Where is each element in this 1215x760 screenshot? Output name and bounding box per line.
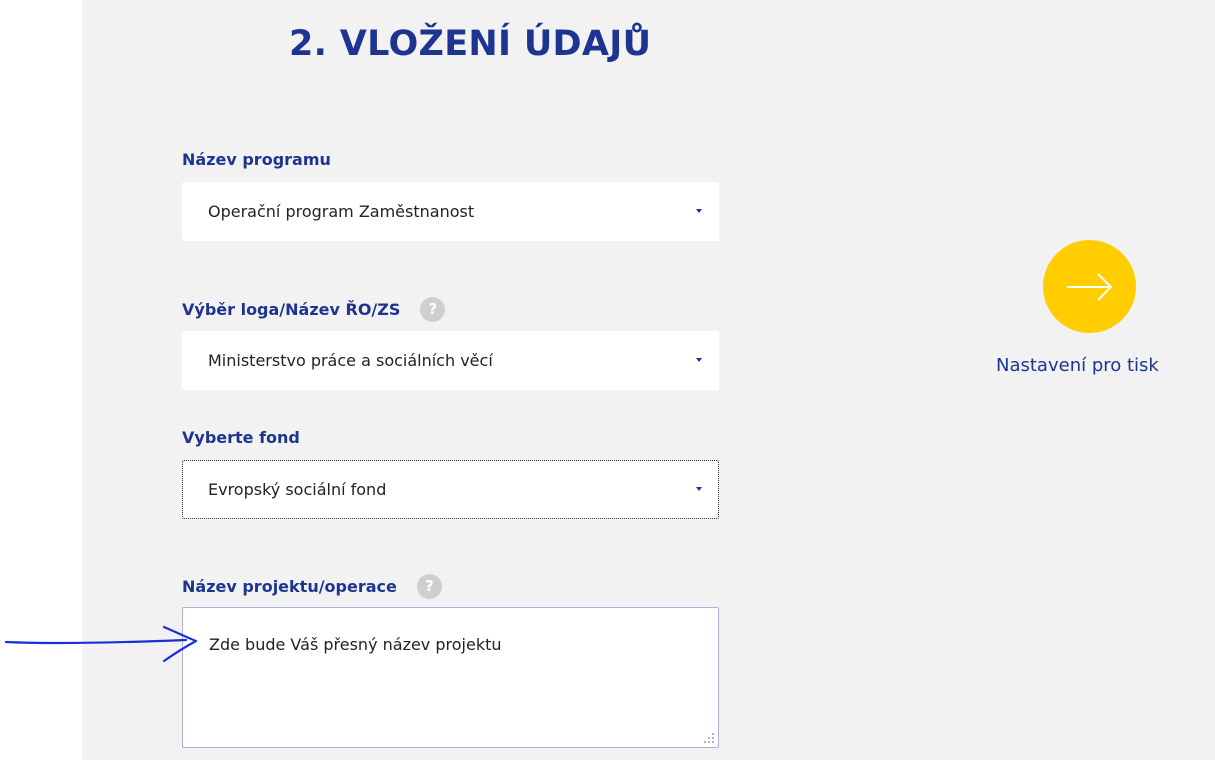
project-name-textarea[interactable]: Zde bude Váš přesný název projektu: [182, 607, 719, 748]
program-select-value: Operační program Zaměstnanost: [208, 202, 475, 221]
print-settings-link[interactable]: Nastavení pro tisk: [996, 355, 1159, 376]
page-title: 2. VLOŽENÍ ÚDAJŮ: [289, 24, 652, 64]
chevron-down-icon: [696, 358, 702, 362]
fund-select-value: Evropský sociální fond: [208, 480, 387, 499]
logo-label-text: Výběr loga/Název ŘO/ZS: [182, 300, 401, 319]
program-label-text: Název programu: [182, 150, 331, 169]
chevron-down-icon: [696, 209, 702, 213]
project-name-text: Zde bude Váš přesný název projektu: [209, 635, 502, 654]
logo-select[interactable]: Ministerstvo práce a sociálních věcí: [182, 331, 719, 390]
help-icon[interactable]: ?: [420, 297, 446, 322]
program-select[interactable]: Operační program Zaměstnanost: [182, 182, 719, 241]
project-label: Název projektu/operace ?: [182, 574, 442, 599]
project-label-text: Název projektu/operace: [182, 577, 397, 596]
logo-label: Výběr loga/Název ŘO/ZS ?: [182, 297, 446, 322]
arrow-right-icon: [1067, 273, 1113, 301]
chevron-down-icon: [696, 487, 702, 491]
fund-label: Vyberte fond: [182, 428, 300, 447]
fund-label-text: Vyberte fond: [182, 428, 300, 447]
resize-handle-icon[interactable]: [704, 733, 714, 743]
annotation-arrow-icon: [4, 625, 198, 663]
print-settings-button[interactable]: [1043, 240, 1136, 333]
logo-select-value: Ministerstvo práce a sociálních věcí: [208, 351, 493, 370]
help-icon[interactable]: ?: [416, 574, 442, 599]
program-label: Název programu: [182, 150, 331, 169]
fund-select[interactable]: Evropský sociální fond: [182, 460, 719, 519]
